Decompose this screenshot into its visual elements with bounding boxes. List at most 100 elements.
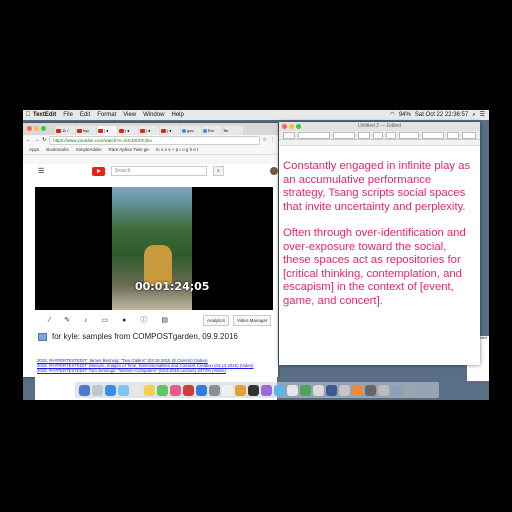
notes-icon[interactable]: [144, 384, 155, 396]
google-icon: [203, 128, 207, 133]
browser-tab[interactable]: | ●: [160, 126, 180, 135]
system-preferences-icon[interactable]: [209, 384, 220, 396]
analytics-button[interactable]: Analytics: [203, 315, 230, 326]
document-body[interactable]: Constantly engaged in infinite play as a…: [279, 146, 480, 308]
minimize-icon[interactable]: [289, 124, 294, 129]
video-manager-button[interactable]: Video Manager: [233, 315, 272, 326]
menu-window[interactable]: Window: [143, 110, 164, 120]
bookmark-item[interactable]: Apps: [29, 145, 39, 154]
menu-view[interactable]: View: [123, 110, 136, 120]
bookmark-item[interactable]: m o n s + p r o g h e t: [156, 145, 199, 154]
app-icon[interactable]: [287, 384, 298, 396]
search-input[interactable]: Search: [110, 166, 207, 176]
list-select[interactable]: [462, 131, 476, 139]
text-color-swatch[interactable]: [373, 131, 383, 139]
notification-icon[interactable]: ☰: [480, 110, 485, 120]
browser-tab[interactable]: 11 /: [55, 126, 75, 135]
battery-text[interactable]: 94%: [399, 110, 411, 120]
textedit-icon[interactable]: [222, 384, 233, 396]
address-bar[interactable]: https://www.youtube.com/watch?v=OJcD0XrF…: [49, 135, 260, 145]
paragraph-style-select[interactable]: [283, 131, 295, 139]
safari-icon[interactable]: [105, 384, 116, 396]
menu-help[interactable]: Help: [172, 110, 184, 120]
reload-icon[interactable]: ↻: [42, 137, 46, 143]
apple-icon[interactable]: : [23, 110, 33, 120]
annotation-icon[interactable]: ▭: [102, 316, 109, 324]
app-icon[interactable]: [261, 384, 272, 396]
app-store-icon[interactable]: [196, 384, 207, 396]
youtube-logo-icon[interactable]: [92, 166, 105, 176]
app-icon[interactable]: [352, 384, 363, 396]
menu-app-name[interactable]: TextEdit: [33, 110, 56, 120]
bold-italic-buttons[interactable]: [399, 131, 419, 139]
video-player[interactable]: 00:01:24;05: [35, 187, 273, 310]
youtube-icon: [98, 128, 103, 133]
bookmark-item[interactable]: Rare Aphex Twin ge: [109, 145, 149, 154]
zoom-icon[interactable]: [41, 126, 46, 131]
app-icon[interactable]: [378, 384, 389, 396]
address-toolbar: ← → ↻ https://www.youtube.com/watch?v=OJ…: [23, 135, 278, 145]
browser-tab[interactable]: | ●: [139, 126, 159, 135]
browser-tab[interactable]: hyc: [76, 126, 96, 135]
alignment-buttons[interactable]: [422, 131, 444, 139]
downloads-icon[interactable]: [391, 384, 402, 396]
finder-icon[interactable]: [79, 384, 90, 396]
spacing-select[interactable]: [447, 131, 459, 139]
video-caption: for kyle: samples from COMPOSTgarden, 09…: [38, 332, 238, 341]
photos-icon[interactable]: [170, 384, 181, 396]
bookmark-item[interactable]: SimpleAdder: [76, 145, 102, 154]
bookmark-item[interactable]: Bookmarks: [46, 145, 69, 154]
browser-tab[interactable]: Em: [202, 126, 222, 135]
minimize-icon[interactable]: [34, 126, 39, 131]
wand-icon[interactable]: ⁄: [49, 317, 50, 324]
highlight-color-swatch[interactable]: [386, 131, 396, 139]
app-icon[interactable]: [365, 384, 376, 396]
music-icon[interactable]: ♪: [84, 317, 88, 324]
font-style-select[interactable]: [333, 131, 355, 139]
itunes-icon[interactable]: [183, 384, 194, 396]
app-icon[interactable]: [274, 384, 285, 396]
mail-icon[interactable]: [118, 384, 129, 396]
browser-tab[interactable]: goo: [181, 126, 201, 135]
spotlight-icon[interactable]: ⌕: [472, 110, 475, 120]
star-icon[interactable]: ☆: [263, 137, 267, 143]
browser-tab-active[interactable]: | ●: [97, 126, 117, 135]
app-icon[interactable]: [339, 384, 350, 396]
chrome-icon[interactable]: [235, 384, 246, 396]
menu-file[interactable]: File: [63, 110, 73, 120]
browser-tab[interactable]: Ter: [223, 126, 243, 135]
app-icon[interactable]: [326, 384, 337, 396]
format-toolbar: [279, 131, 480, 140]
zoom-icon[interactable]: [296, 124, 301, 129]
menu-icon[interactable]: ⋮: [270, 137, 275, 143]
hamburger-icon[interactable]: ☰: [38, 167, 44, 175]
link-item[interactable]: 2015: #HYPERTEXTEDIT: Tom Jennings: "Wom…: [37, 368, 277, 373]
back-icon[interactable]: ←: [26, 137, 31, 143]
close-icon[interactable]: [282, 124, 287, 129]
font-family-select[interactable]: [298, 131, 330, 139]
app-icon[interactable]: [300, 384, 311, 396]
textedit-title-bar: Untitled 2 — Edited: [279, 122, 480, 131]
font-size-select[interactable]: [358, 131, 370, 139]
avatar[interactable]: [270, 167, 278, 175]
magic-wand-icon[interactable]: ✎: [64, 316, 70, 324]
card-icon[interactable]: ⓘ: [140, 315, 147, 325]
clock[interactable]: Sat Oct 22 22:36:57: [415, 110, 468, 120]
menu-edit[interactable]: Edit: [80, 110, 90, 120]
video-file-icon: [38, 332, 47, 341]
messages-icon[interactable]: [157, 384, 168, 396]
terminal-icon[interactable]: [248, 384, 259, 396]
forward-icon[interactable]: →: [34, 137, 39, 143]
subtitles-icon[interactable]: ▤: [161, 316, 168, 324]
launchpad-icon[interactable]: [92, 384, 103, 396]
calendar-icon[interactable]: [131, 384, 142, 396]
app-icon[interactable]: [313, 384, 324, 396]
wifi-icon[interactable]: ◠: [390, 110, 395, 120]
menu-bar-status: ◠ 94% Sat Oct 22 22:36:57 ⌕ ☰: [390, 110, 485, 120]
browser-tab[interactable]: | ●: [118, 126, 138, 135]
trash-icon[interactable]: [404, 384, 415, 396]
info-icon[interactable]: ●: [122, 317, 126, 324]
close-icon[interactable]: [27, 126, 32, 131]
search-icon[interactable]: ⌕: [212, 166, 225, 176]
menu-format[interactable]: Format: [97, 110, 116, 120]
